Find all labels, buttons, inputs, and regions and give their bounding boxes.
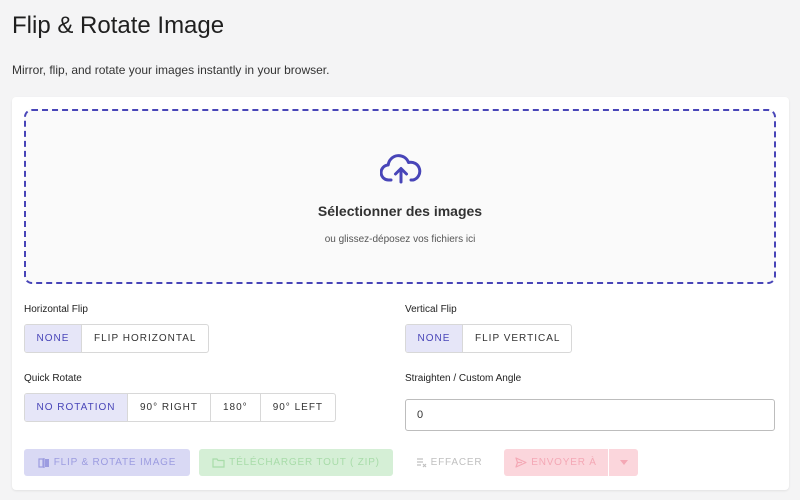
horizontal-flip-label: Horizontal Flip — [24, 304, 88, 315]
send-to-button[interactable]: ENVOYER À — [504, 449, 608, 476]
send-icon — [515, 457, 527, 468]
download-zip-button[interactable]: TÉLÉCHARGER TOUT ( ZIP) — [199, 449, 393, 476]
clear-list-icon — [416, 458, 427, 468]
clear-button[interactable]: EFFACER — [405, 449, 493, 476]
cloud-upload-icon — [380, 154, 422, 184]
download-zip-button-label: TÉLÉCHARGER TOUT ( ZIP) — [229, 457, 380, 468]
horizontal-flip-group: NONE FLIP HORIZONTAL — [24, 324, 209, 353]
page-title: Flip & Rotate Image — [12, 12, 225, 39]
page-subtitle: Mirror, flip, and rotate your images ins… — [12, 63, 330, 77]
flip-horizontal-button[interactable]: FLIP HORIZONTAL — [82, 325, 208, 352]
vertical-flip-label: Vertical Flip — [405, 304, 457, 315]
dropzone-subtitle: ou glissez-déposez vos fichiers ici — [324, 234, 476, 245]
custom-angle-input[interactable] — [405, 399, 775, 431]
dropzone-title: Sélectionner des images — [317, 203, 483, 219]
flip-vertical-button[interactable]: FLIP VERTICAL — [463, 325, 571, 352]
clear-button-label: EFFACER — [430, 457, 483, 468]
quick-rotate-label: Quick Rotate — [24, 373, 82, 384]
flip-rotate-button[interactable]: FLIP & ROTATE IMAGE — [24, 449, 190, 476]
rotate-90-right-button[interactable]: 90° RIGHT — [128, 394, 211, 421]
image-dropzone[interactable]: Sélectionner des images ou glissez-dépos… — [24, 109, 776, 284]
tool-card: Sélectionner des images ou glissez-dépos… — [12, 97, 789, 490]
vertical-flip-group: NONE FLIP VERTICAL — [405, 324, 572, 353]
quick-rotate-group: NO ROTATION 90° RIGHT 180° 90° LEFT — [24, 393, 336, 422]
no-rotation-button[interactable]: NO ROTATION — [25, 394, 128, 421]
custom-angle-label: Straighten / Custom Angle — [405, 373, 522, 384]
flip-icon — [38, 457, 49, 468]
folder-icon — [212, 458, 225, 468]
send-to-button-label: ENVOYER À — [531, 457, 597, 468]
rotate-90-left-button[interactable]: 90° LEFT — [261, 394, 335, 421]
horizontal-flip-none-button[interactable]: NONE — [25, 325, 82, 352]
send-to-dropdown-button[interactable] — [609, 449, 638, 476]
rotate-180-button[interactable]: 180° — [211, 394, 261, 421]
caret-down-icon — [619, 460, 628, 465]
vertical-flip-none-button[interactable]: NONE — [406, 325, 463, 352]
flip-rotate-button-label: FLIP & ROTATE IMAGE — [53, 457, 177, 468]
